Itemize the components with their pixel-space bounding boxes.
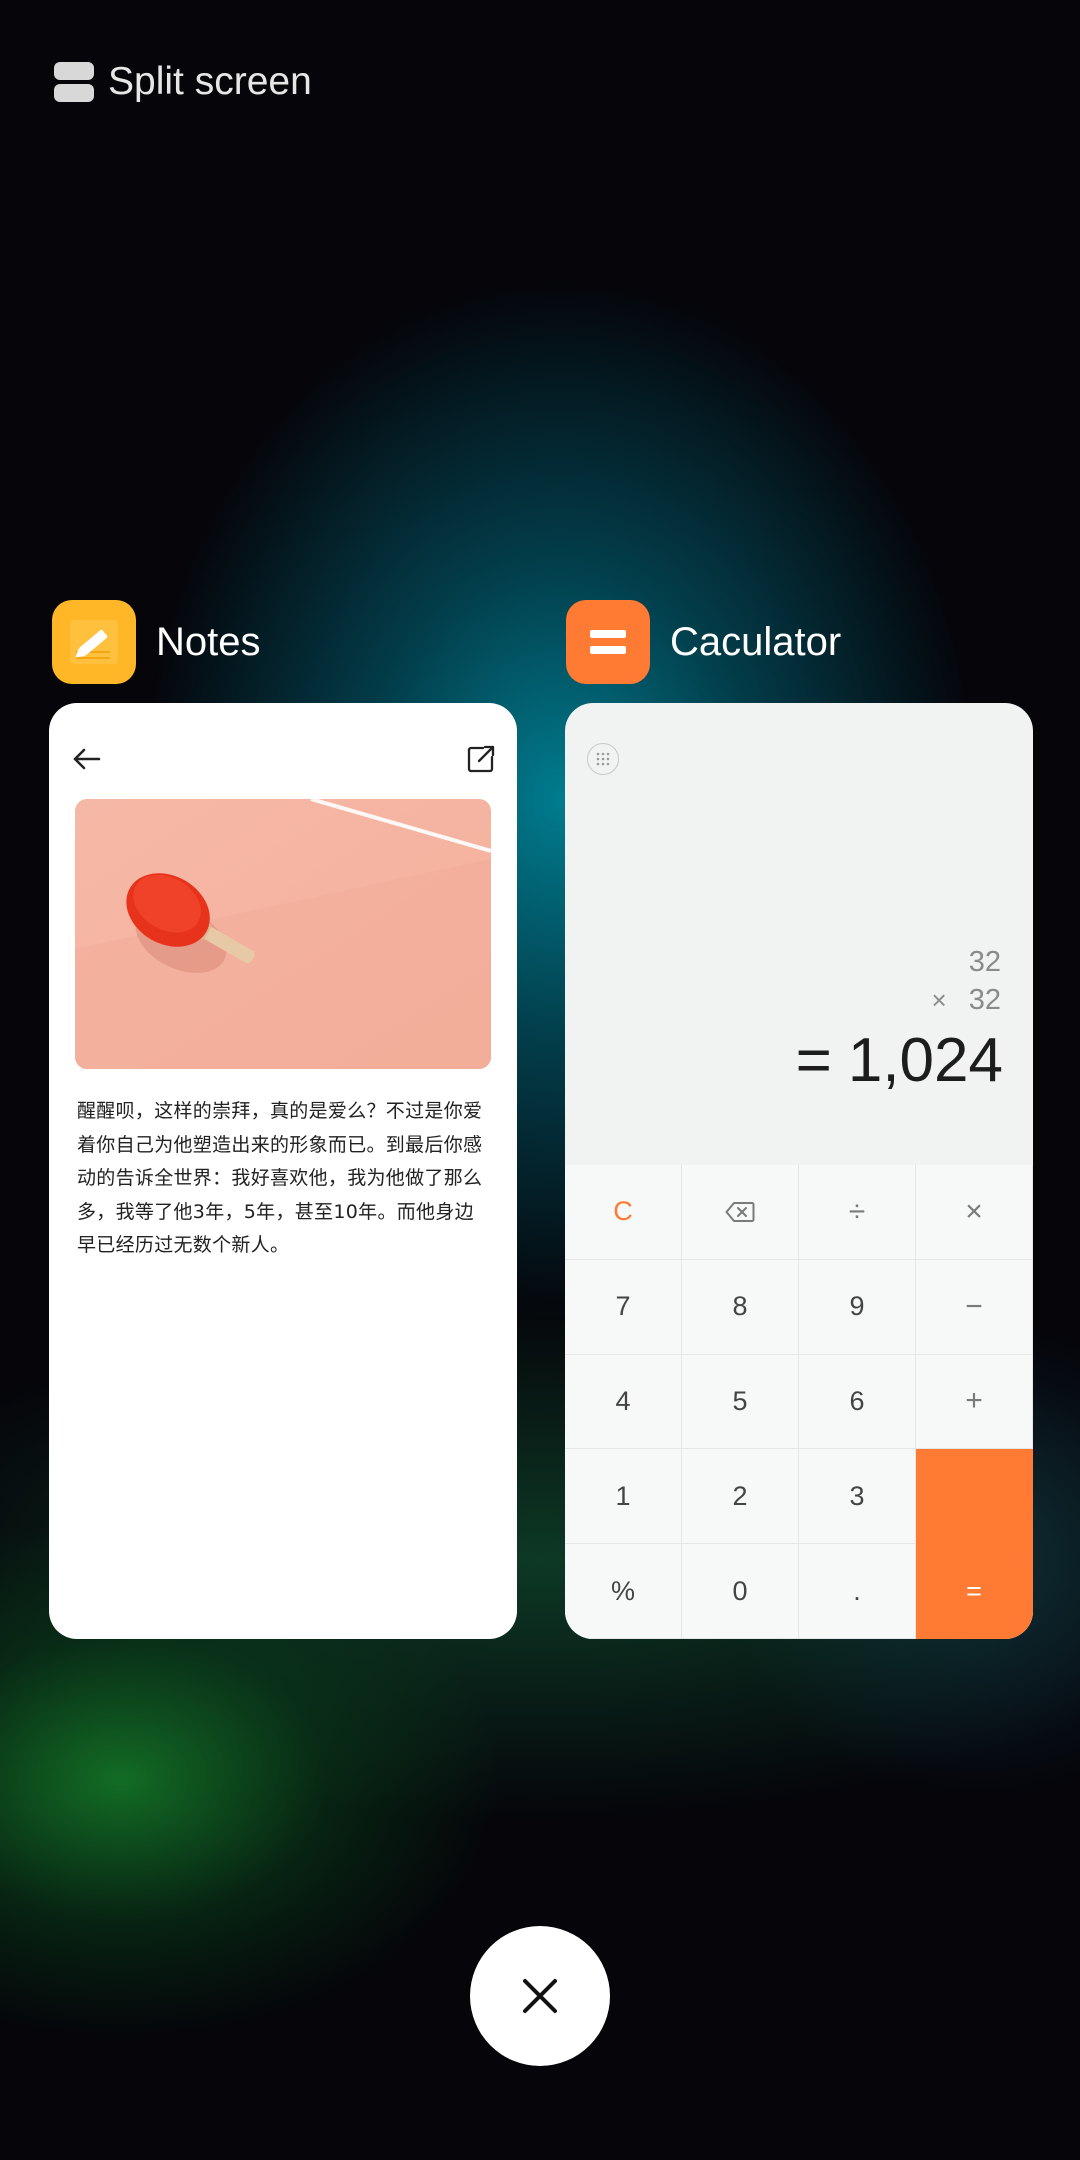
calc-result: = 1,024 [796, 1025, 1003, 1096]
ping-pong-paddle-image [75, 799, 491, 1069]
key-equals[interactable]: = [916, 1544, 1033, 1639]
calc-operand-2: 32 [968, 984, 1001, 1016]
backspace-icon [725, 1201, 755, 1222]
calc-operator: × [931, 985, 947, 1015]
key-1[interactable]: 1 [565, 1449, 682, 1545]
calc-operand-2-line: × 32 [932, 981, 1001, 1019]
key-decimal[interactable]: . [799, 1544, 916, 1639]
grid-menu-icon[interactable] [587, 743, 619, 775]
split-screen-icon [54, 62, 94, 102]
equals-icon [566, 600, 650, 684]
notes-app-card[interactable]: 醒醒呗，这样的崇拜，真的是爱么？不过是你爱着你自己为他塑造出来的形象而已。到最后… [49, 703, 517, 1639]
key-plus[interactable]: + [916, 1354, 1033, 1450]
key-clear[interactable]: C [565, 1165, 682, 1260]
close-button[interactable] [470, 1926, 610, 2066]
key-4[interactable]: 4 [565, 1354, 682, 1450]
split-screen-button[interactable]: Split screen [54, 60, 312, 104]
key-0[interactable]: 0 [682, 1544, 799, 1639]
calc-operand-1: 32 [968, 946, 1001, 978]
back-arrow-icon[interactable] [69, 741, 105, 777]
calc-keypad: C ÷ × 7 8 9 − 4 5 6 + 1 2 3 % 0 . = [565, 1165, 1033, 1639]
calc-expression: 32 × 32 [932, 943, 1001, 1019]
notes-app-header: Notes [52, 600, 261, 684]
key-minus[interactable]: − [916, 1259, 1033, 1355]
notes-app-title: Notes [156, 619, 261, 664]
key-7[interactable]: 7 [565, 1259, 682, 1355]
key-percent[interactable]: % [565, 1544, 682, 1639]
pencil-icon [52, 600, 136, 684]
calc-result-equals: = [795, 1026, 832, 1095]
key-2[interactable]: 2 [682, 1449, 799, 1545]
key-backspace[interactable] [682, 1165, 799, 1260]
note-body-text: 醒醒呗，这样的崇拜，真的是爱么？不过是你爱着你自己为他塑造出来的形象而已。到最后… [77, 1100, 483, 1256]
split-screen-label: Split screen [108, 60, 312, 103]
share-icon[interactable] [463, 741, 499, 777]
close-icon [523, 1979, 557, 2013]
notes-toolbar [69, 741, 499, 777]
key-divide[interactable]: ÷ [799, 1165, 916, 1260]
key-9[interactable]: 9 [799, 1259, 916, 1355]
calculator-app-title: Caculator [670, 619, 842, 664]
key-8[interactable]: 8 [682, 1259, 799, 1355]
calc-result-value: 1,024 [847, 1026, 1003, 1095]
key-equals-upper[interactable] [916, 1449, 1033, 1545]
key-6[interactable]: 6 [799, 1354, 916, 1450]
calculator-app-header: Caculator [566, 600, 841, 684]
key-multiply[interactable]: × [916, 1165, 1033, 1260]
key-5[interactable]: 5 [682, 1354, 799, 1450]
calculator-app-card[interactable]: 32 × 32 = 1,024 C ÷ × 7 8 9 − 4 5 6 + 1 2 … [565, 703, 1033, 1639]
key-3[interactable]: 3 [799, 1449, 916, 1545]
